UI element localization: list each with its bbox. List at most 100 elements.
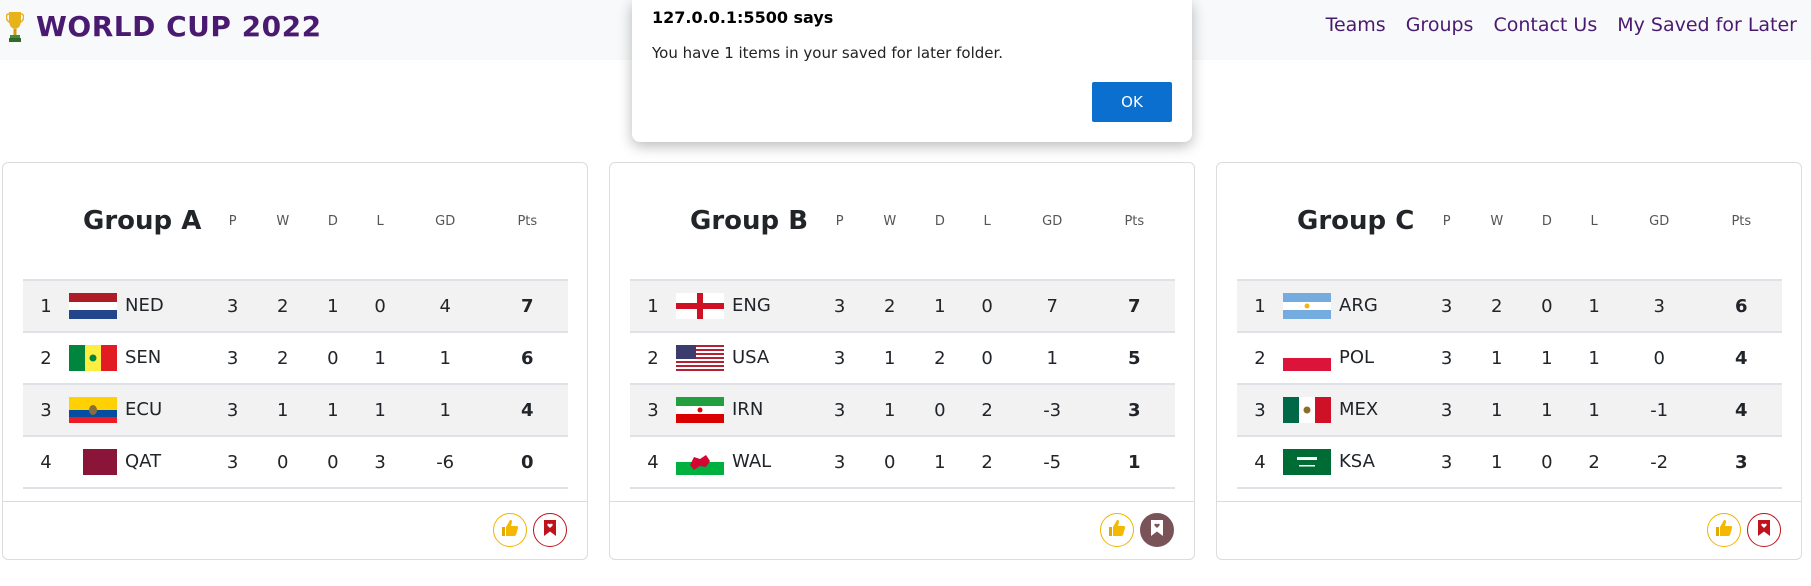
like-button[interactable] [1100,513,1134,547]
stat-w-cell: 1 [863,383,917,436]
team-name: POL [1339,347,1375,368]
thumbs-up-icon [500,518,520,542]
stat-p-cell: 3 [1423,435,1471,489]
stat-gd-cell: -2 [1617,435,1701,489]
stat-gd-cell: -1 [1617,383,1701,436]
position-cell: 1 [630,279,676,332]
save-for-later-button[interactable] [533,513,567,547]
column-header: W [1490,213,1504,229]
stat-p-cell: 3 [1423,279,1471,332]
brand[interactable]: WORLD CUP 2022 [6,8,322,44]
stat-gd-cell: -6 [403,435,487,489]
save-for-later-button[interactable] [1140,513,1174,547]
column-header: D [1541,213,1552,229]
position-cell: 1 [1237,279,1283,332]
stat-pts-cell: 7 [1093,279,1175,332]
team-cell: ARG [1283,279,1423,332]
card-body: Group B P W D L GD Pts 1 ENG 3 2 1 0 7 7 2 USA 3 1 2 0 1 5 3 IRN… [630,163,1175,489]
stat-d-cell: 1 [916,279,964,332]
like-button[interactable] [1707,513,1741,547]
nav-link-teams[interactable]: Teams [1326,14,1386,36]
stat-d-cell: 1 [309,383,357,436]
team-name: ARG [1339,295,1378,316]
table-row: 4 QAT 3 0 0 3 -6 0 [23,435,568,489]
column-header: P [835,213,844,229]
table-row: 4 KSA 3 1 0 2 -2 3 [1237,435,1782,489]
stat-p-cell: 3 [209,331,257,384]
like-button[interactable] [493,513,527,547]
team-cell: ECU [69,383,209,436]
team-name: KSA [1339,451,1375,472]
stat-gd-cell: 1 [403,331,487,384]
position-cell: 1 [23,279,69,332]
team-name: USA [732,347,770,368]
stat-d-cell: 2 [916,331,964,384]
flag-eng-icon [676,293,724,319]
group-card: Group A P W D L GD Pts 1 NED 3 2 1 0 4 7 2 SEN 3 2 0 1 1 6 3 ECU… [2,162,588,560]
stat-l-cell: 2 [1570,435,1618,489]
stat-p-cell: 3 [816,279,864,332]
stat-pts-cell: 6 [486,331,568,384]
save-for-later-button[interactable] [1747,513,1781,547]
stat-pts-cell: 3 [1093,383,1175,436]
team-cell: MEX [1283,383,1423,436]
stat-d-cell: 0 [1523,279,1571,332]
team-name: WAL [732,451,772,472]
table-row: 2 SEN 3 2 0 1 1 6 [23,331,568,384]
team-cell: POL [1283,331,1423,384]
dialog-message: You have 1 items in your saved for later… [652,44,1004,62]
team-cell: ENG [676,279,816,332]
stat-w-cell: 2 [1470,279,1524,332]
team-name: QAT [125,451,162,472]
stat-w-cell: 2 [863,279,917,332]
stat-p-cell: 3 [816,383,864,436]
position-cell: 3 [1237,383,1283,436]
stat-d-cell: 0 [309,435,357,489]
flag-ned-icon [69,293,117,319]
team-cell: SEN [69,331,209,384]
stat-l-cell: 0 [356,279,404,332]
stat-pts-cell: 6 [1700,279,1782,332]
stat-pts-cell: 4 [1700,383,1782,436]
position-cell: 2 [1237,331,1283,384]
column-header: D [327,213,338,229]
stat-w-cell: 1 [1470,435,1524,489]
column-header: GD [435,213,456,229]
group-card: Group C P W D L GD Pts 1 ARG 3 2 0 1 3 6 2 POL 3 1 1 1 0 4 3 MEX… [1216,162,1802,560]
nav-link-contact-us[interactable]: Contact Us [1493,14,1597,36]
team-name: SEN [125,347,162,368]
position-cell: 4 [630,435,676,489]
flag-pol-icon [1283,345,1331,371]
stat-l-cell: 3 [356,435,404,489]
card-footer [1217,501,1801,559]
stat-d-cell: 1 [1523,383,1571,436]
position-cell: 3 [630,383,676,436]
stat-w-cell: 0 [863,435,917,489]
trophy-icon [6,12,24,42]
stat-pts-cell: 4 [1700,331,1782,384]
ok-button[interactable]: OK [1092,82,1172,122]
stat-l-cell: 1 [356,331,404,384]
position-cell: 3 [23,383,69,436]
nav-link-saved-for-later[interactable]: My Saved for Later [1617,14,1797,36]
stat-pts-cell: 3 [1700,435,1782,489]
column-header: D [934,213,945,229]
group-title: Group B [690,206,809,236]
stat-d-cell: 0 [916,383,964,436]
team-cell: KSA [1283,435,1423,489]
stat-w-cell: 1 [256,383,310,436]
card-body: Group C P W D L GD Pts 1 ARG 3 2 0 1 3 6 2 POL 3 1 1 1 0 4 3 MEX… [1237,163,1782,489]
stat-gd-cell: 0 [1617,331,1701,384]
column-header: Pts [517,213,538,229]
nav-link-groups[interactable]: Groups [1406,14,1474,36]
stat-p-cell: 3 [209,279,257,332]
position-cell: 4 [23,435,69,489]
card-body: Group A P W D L GD Pts 1 NED 3 2 1 0 4 7 2 SEN 3 2 0 1 1 6 3 ECU… [23,163,568,489]
table-row: 2 POL 3 1 1 1 0 4 [1237,331,1782,384]
stat-l-cell: 1 [1570,331,1618,384]
standings-table: Group A P W D L GD Pts 1 NED 3 2 1 0 4 7 2 SEN 3 2 0 1 1 6 3 ECU… [23,163,568,489]
team-name: ENG [732,295,771,316]
stat-gd-cell: 4 [403,279,487,332]
dialog-origin: 127.0.0.1:5500 says [652,8,834,27]
stat-gd-cell: 3 [1617,279,1701,332]
